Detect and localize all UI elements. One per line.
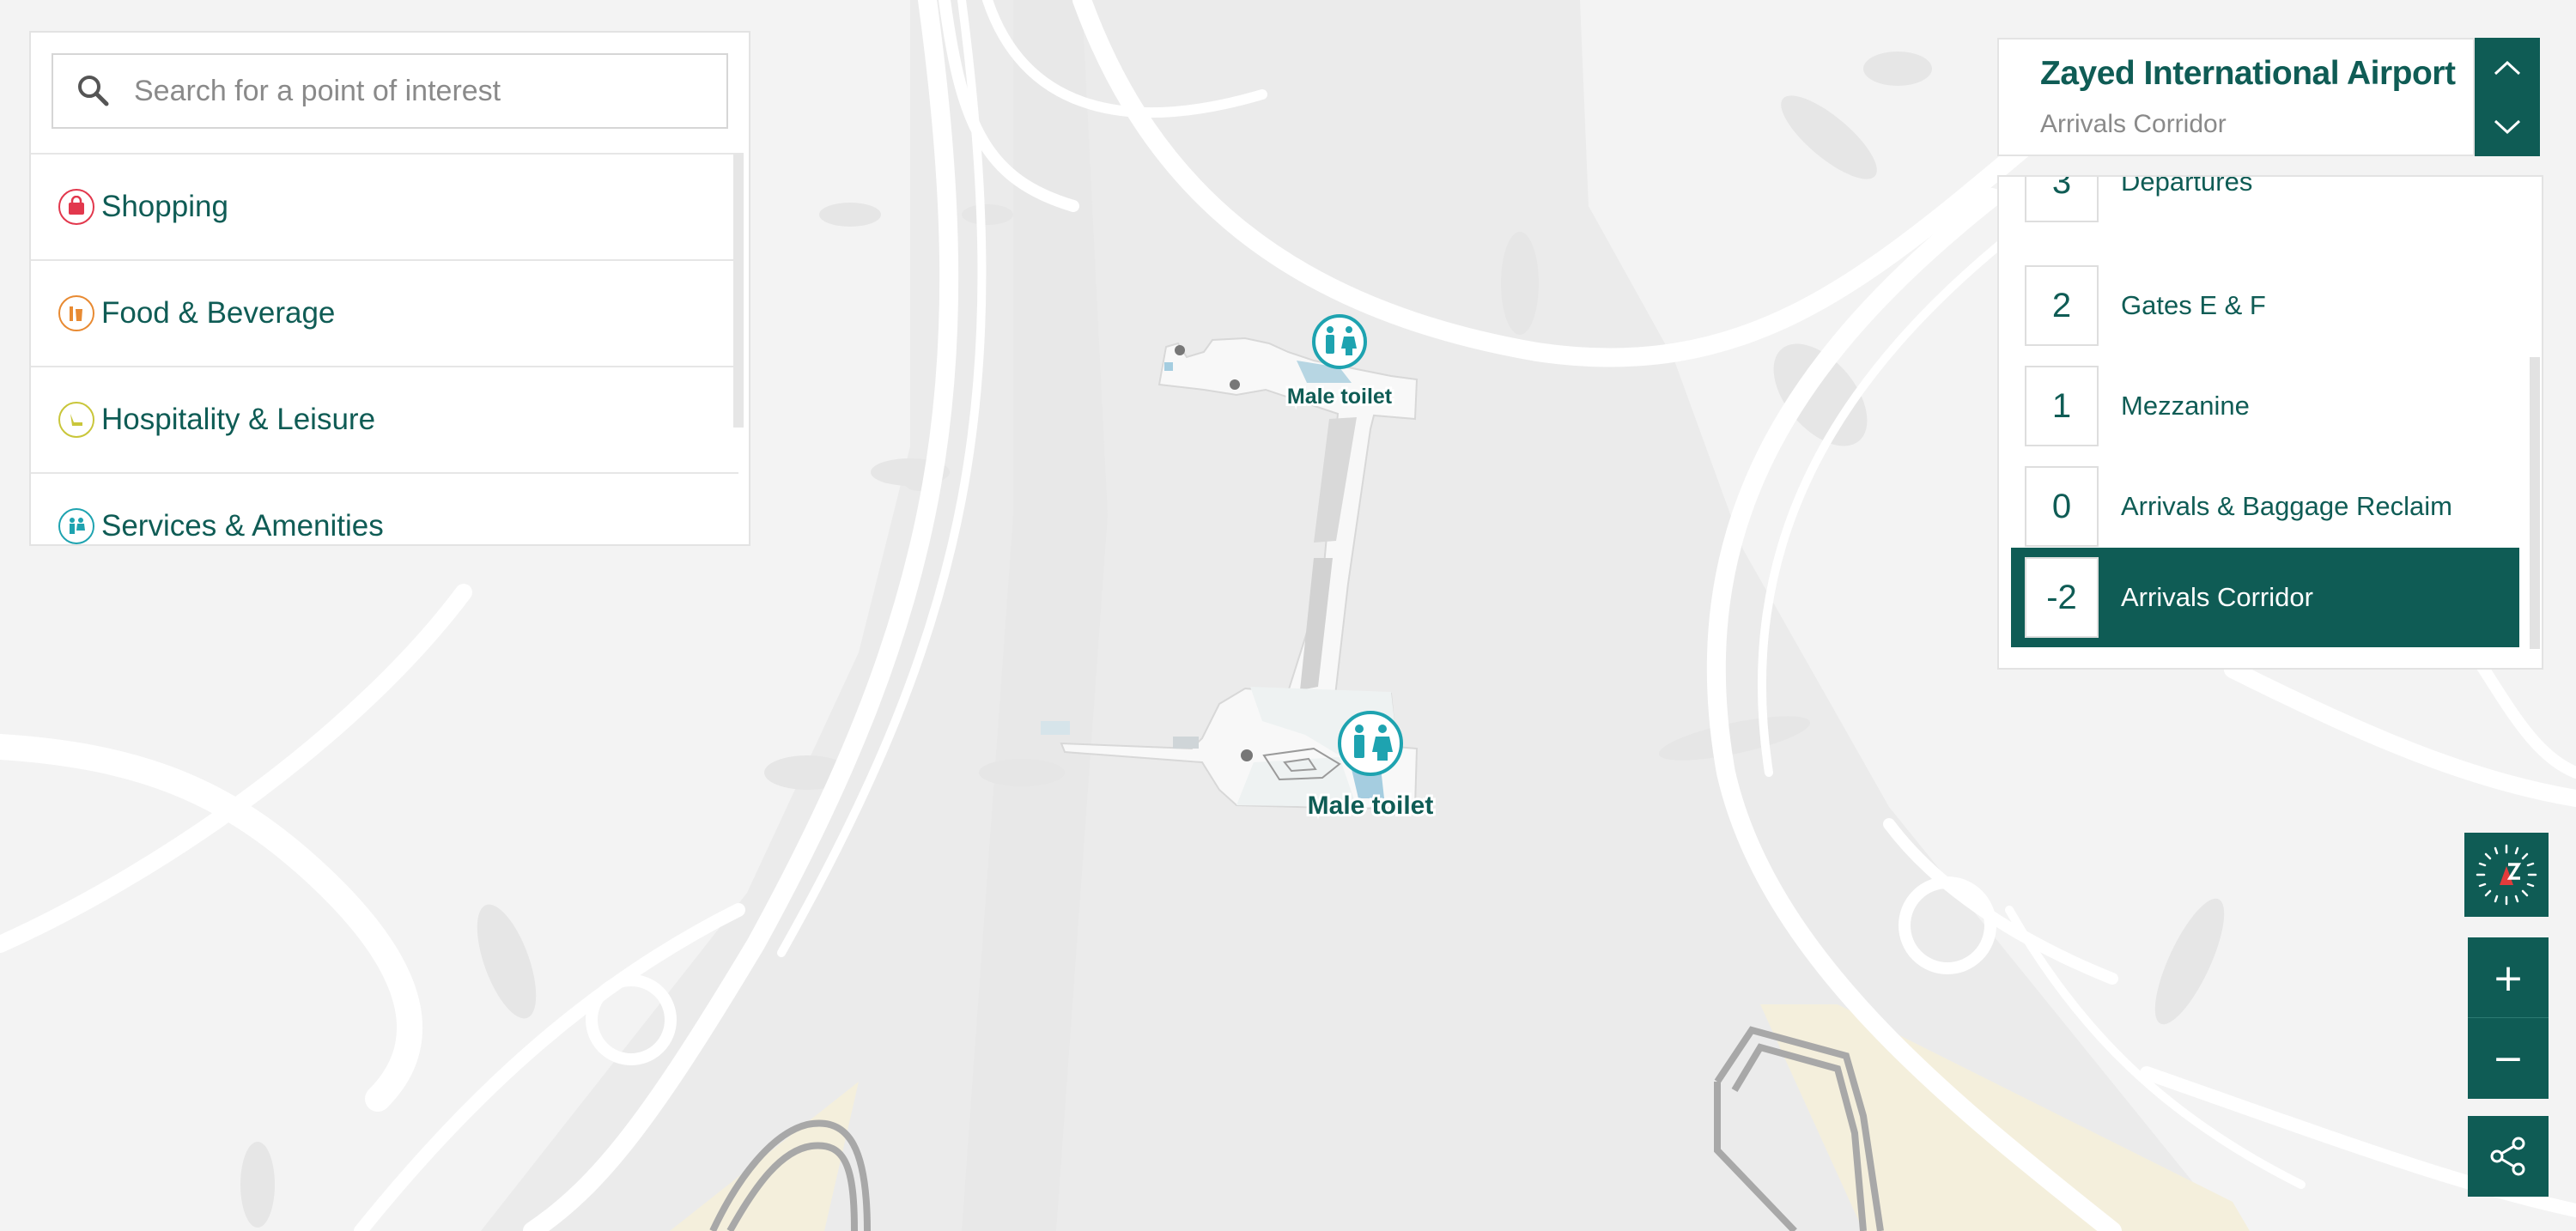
minus-icon: − [2492,1036,2524,1081]
floor-item-0[interactable]: 0 Arrivals & Baggage Reclaim [2011,457,2519,556]
share-icon [2490,1137,2525,1176]
floor-number: 0 [2025,466,2099,547]
compass-icon [2476,844,2537,906]
chevron-up-icon [2494,60,2521,75]
category-label: Hospitality & Leisure [101,403,376,436]
floor-number: 2 [2025,265,2099,346]
level-up-button[interactable] [2475,38,2540,97]
floor-label: Arrivals & Baggage Reclaim [2121,491,2452,521]
search-box[interactable] [52,53,728,129]
floor-label: Gates E & F [2121,290,2266,320]
services-icon [58,508,94,544]
category-hospitality-leisure[interactable]: Hospitality & Leisure [31,366,738,472]
category-label: Services & Amenities [101,509,384,543]
hospitality-icon [58,402,94,438]
level-down-button[interactable] [2475,97,2540,156]
poi-label-lower: Male toilet [1308,791,1434,820]
category-services-amenities[interactable]: Services & Amenities [31,472,738,544]
category-food-beverage[interactable]: Food & Beverage [31,259,738,366]
floor-label: Arrivals Corridor [2121,582,2313,612]
search-input[interactable] [132,73,702,109]
plus-icon: + [2492,955,2524,1000]
category-shopping[interactable]: Shopping [31,153,738,259]
level-stepper [2475,38,2540,156]
floor-item-1[interactable]: 1 Mezzanine [2011,356,2519,456]
food-beverage-icon [58,295,94,331]
search-panel: Shopping Food & Beverage Hospitality & L… [29,31,750,546]
poi-label-upper: Male toilet [1287,385,1393,409]
floor-item-minus-2[interactable]: -2 Arrivals Corridor [2011,548,2519,647]
floor-number: 1 [2025,366,2099,446]
zoom-out-button[interactable]: − [2468,1018,2549,1099]
floor-label: Mezzanine [2121,391,2250,421]
compass-button[interactable] [2464,833,2549,917]
category-label: Shopping [101,190,228,223]
share-button[interactable] [2468,1116,2549,1197]
floor-scrollbar[interactable] [2530,357,2540,649]
category-list: Shopping Food & Beverage Hospitality & L… [31,153,747,544]
floor-selector: 3 Departures 2 Gates E & F 1 Mezzanine 0… [1997,175,2543,670]
floor-number: 3 [2025,177,2099,222]
floor-number: -2 [2025,557,2099,638]
zoom-in-button[interactable]: + [2468,937,2549,1018]
category-label: Food & Beverage [101,296,336,330]
category-scrollbar[interactable] [733,153,744,428]
current-level-label: Arrivals Corridor [2040,110,2227,138]
venue-title: Zayed International Airport [2040,55,2456,92]
floor-item-3[interactable]: 3 Departures [2011,175,2519,232]
search-icon [78,76,109,106]
floor-label: Departures [2121,175,2253,197]
floor-item-2[interactable]: 2 Gates E & F [2011,256,2519,355]
venue-header: Zayed International Airport Arrivals Cor… [1997,38,2475,156]
chevron-down-icon [2494,119,2521,134]
shopping-bag-icon [58,189,94,225]
